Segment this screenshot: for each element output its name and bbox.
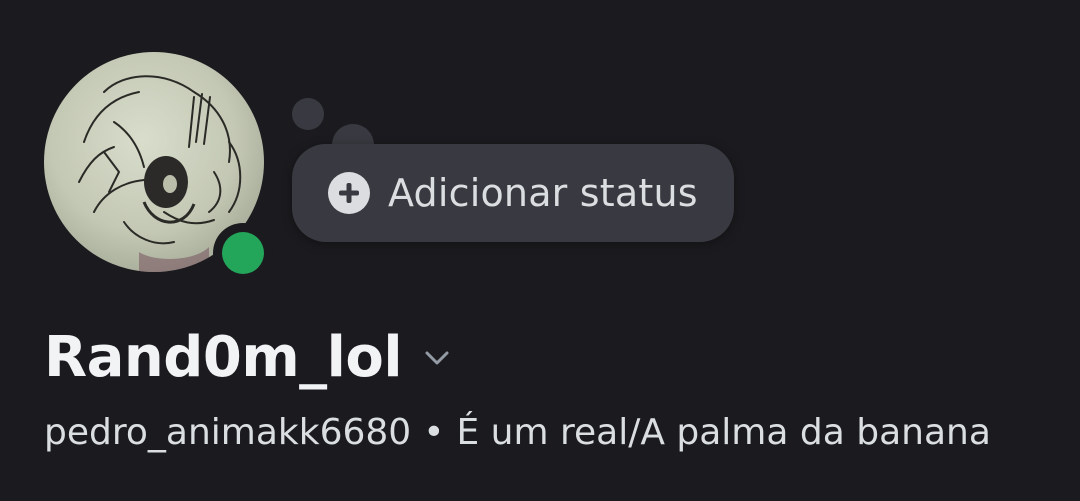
display-name: Rand0m_lol	[44, 325, 403, 390]
profile-subline: pedro_animakk6680 • É um real/A palma da b…	[44, 412, 991, 453]
online-status-icon	[222, 232, 264, 274]
chevron-down-icon[interactable]	[422, 343, 452, 373]
plus-circle-icon	[328, 172, 370, 214]
separator-dot: •	[423, 412, 445, 453]
add-status-button[interactable]: Adicionar status	[292, 144, 734, 242]
add-status-label: Adicionar status	[388, 171, 698, 215]
status-indicator-ring	[213, 223, 273, 283]
username: pedro_animakk6680	[44, 412, 412, 453]
display-name-row[interactable]: Rand0m_lol	[44, 325, 452, 390]
pronouns-bio: É um real/A palma da banana	[456, 412, 991, 453]
thought-bubble-dot-small	[292, 98, 324, 130]
avatar-container[interactable]	[44, 52, 273, 283]
